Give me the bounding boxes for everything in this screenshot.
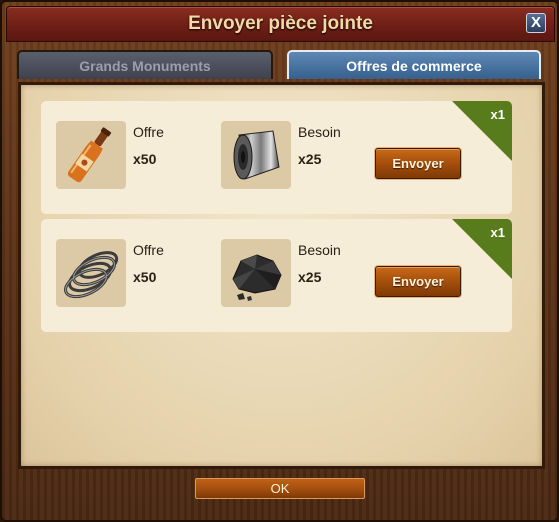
offer-quantity: x50 [133,151,157,167]
send-button[interactable]: Envoyer [375,266,461,297]
bottle-icon [67,127,112,183]
need-label: Besoin [298,124,341,140]
dialog-title: Envoyer pièce jointe [188,13,373,34]
need-item-slot [221,121,291,189]
close-button[interactable]: X [526,13,546,33]
offer-card: Offre x50 Besoin x25 Envoyer x1 [41,219,512,332]
offer-item-slot [56,121,126,189]
send-button[interactable]: Envoyer [375,148,461,179]
offer-label: Offre [133,242,164,258]
wire-coil-icon [64,251,119,299]
coal-icon [232,254,282,301]
badge-label: x1 [490,225,505,240]
title-bar: Envoyer pièce jointe X [6,6,555,42]
offer-item-slot [56,239,126,307]
need-quantity: x25 [298,269,322,285]
offer-quantity: x50 [133,269,157,285]
offer-card: Offre x50 Besoin x25 Envoyer x1 [41,101,512,214]
offers-panel: Offre x50 Besoin x25 Envoyer x1 Offre x5… [18,82,545,469]
offer-label: Offre [133,124,164,140]
ok-button[interactable]: OK [195,478,365,499]
need-item-slot [221,239,291,307]
tab-grands-monuments[interactable]: Grands Monuments [17,50,273,79]
tab-offres-de-commerce[interactable]: Offres de commerce [287,50,541,79]
badge-label: x1 [490,107,505,122]
need-label: Besoin [298,242,341,258]
metal-roll-icon [233,130,280,180]
dialog-window: Envoyer pièce jointe X Grands Monuments … [0,0,559,522]
need-quantity: x25 [298,151,322,167]
